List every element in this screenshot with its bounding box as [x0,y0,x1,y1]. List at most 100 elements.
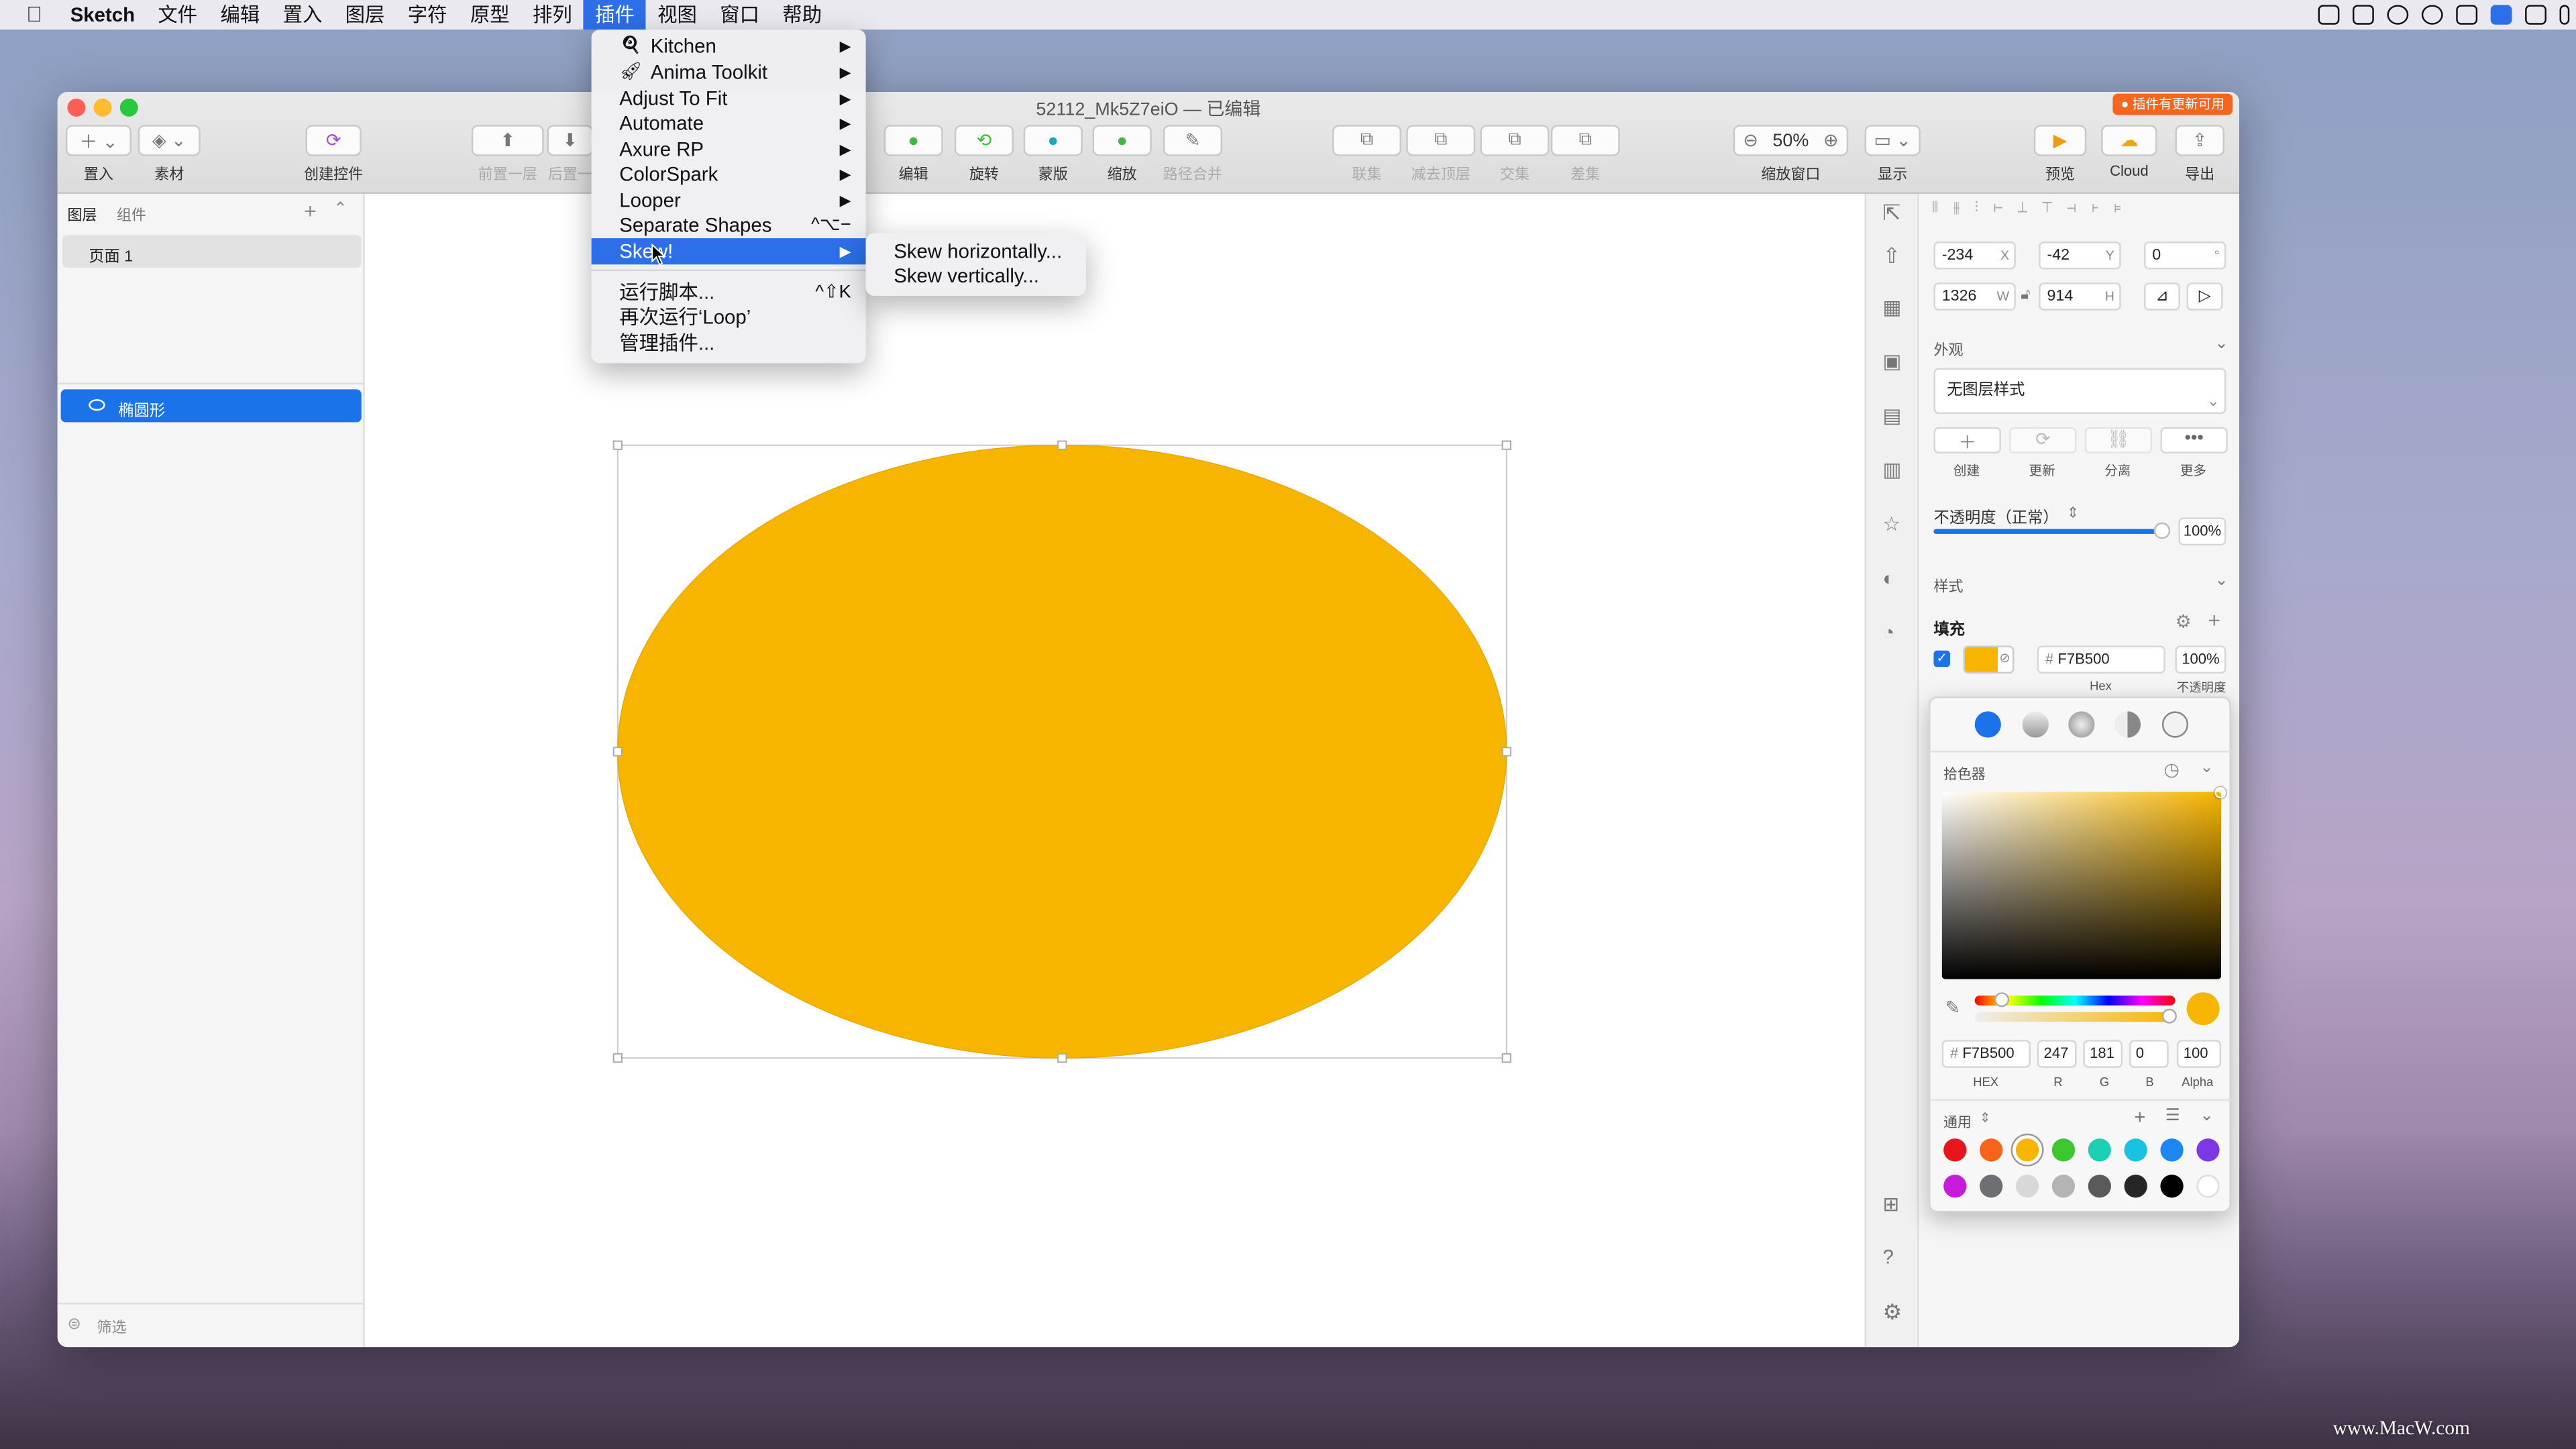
menu-layer[interactable]: 图层 [334,0,396,30]
opacity-label[interactable]: 不透明度（正常） [1933,504,2058,527]
menu-item-axure[interactable]: Axure RP ▶ [592,136,866,162]
add-page-icon[interactable]: + [304,199,317,223]
pie-icon[interactable]: ◔ [1883,621,1895,644]
mask-tool[interactable]: ● 蒙版 [1022,125,1084,184]
menu-edit[interactable]: 编辑 [209,0,271,30]
w-field[interactable]: 1326 W [1933,282,2016,311]
union-tool[interactable]: ⧉ 联集 [1332,125,1401,184]
h-field[interactable]: 914 H [2039,282,2121,311]
status-icon-4[interactable] [2421,5,2443,25]
layout-icon[interactable]: ▤ [1883,404,1902,427]
fill-color-well[interactable]: ⊘ [1963,645,2015,674]
calendar-icon[interactable]: ▦ [1883,296,1902,319]
filter-label[interactable]: 筛选 [97,1316,126,1338]
more-style-button[interactable]: ••• [2160,427,2228,453]
flip-horizontal-icon[interactable]: ⊿ [2143,282,2180,311]
menu-item-run-script[interactable]: 运行脚本... ^⇧K [592,279,866,305]
tab-layers[interactable]: 图层 [67,204,97,225]
chevron-down-icon[interactable]: ⌄ [2200,1108,2214,1126]
add-fill-icon[interactable]: + [2208,608,2220,633]
menu-item-automate[interactable]: Automate ▶ [592,110,866,136]
inspect-icon[interactable]: ⇱ [1883,201,1901,227]
preset-swatch[interactable] [2196,1175,2220,1198]
preset-swatch[interactable] [2051,1138,2076,1162]
panel-icon[interactable]: ▥ [1883,458,1902,481]
preset-swatch[interactable] [2051,1175,2076,1198]
menu-text[interactable]: 字符 [396,0,459,30]
zoom-out-icon[interactable]: ⊖ [1743,129,1758,151]
rotation-field[interactable]: 0 ° [2143,241,2226,270]
preset-swatch[interactable] [2196,1138,2220,1162]
menu-item-skew-horizontally[interactable]: Skew horizontally... [866,238,1086,264]
history-icon[interactable]: ◷ [2163,759,2180,780]
chevron-down-icon[interactable]: ⌄ [2214,572,2229,590]
update-badge[interactable]: ● 插件有更新可用 [2112,93,2233,115]
filter-icon[interactable]: ⊜ [67,1316,81,1334]
fill-checkbox[interactable]: ✓ [1933,650,1950,667]
menu-item-skew[interactable]: Skew! ▶ [591,238,866,265]
presets-label[interactable]: 通用 [1943,1112,1972,1132]
preset-swatch[interactable] [1980,1175,2003,1198]
menu-item-skew-vertically[interactable]: Skew vertically... [866,263,1086,289]
help-icon[interactable]: ? [1883,1245,1894,1268]
status-icon-5[interactable] [2456,5,2478,25]
page-item[interactable]: 页面 1 [62,235,362,268]
preset-swatch[interactable] [1943,1138,1967,1162]
fill-hex-input[interactable]: # F7B500 [2037,645,2165,674]
edit-tool[interactable]: ● 编辑 [882,125,945,184]
zoom-in-icon[interactable]: ⊕ [1823,129,1839,151]
color-cursor[interactable] [2214,787,2226,799]
alpha-slider[interactable] [1974,1008,2177,1024]
update-style-button[interactable]: ⟳ [2009,427,2077,453]
upload-icon[interactable]: ⇧ [1883,243,1901,269]
opacity-slider[interactable] [1933,522,2171,539]
hue-slider-knob[interactable] [1994,992,2010,1008]
status-icon-8[interactable] [2559,5,2570,25]
backward-tool[interactable]: ⬇ 后置一 [547,125,594,184]
blend-mode-stepper-icon[interactable]: ⇕ [2067,504,2079,523]
alpha-input[interactable]: 100 [2176,1040,2222,1068]
blue-input[interactable]: 0 [2129,1040,2169,1068]
menu-item-anima[interactable]: 🚀︎ Anima Toolkit ▶ [592,59,866,85]
menu-item-colorspark[interactable]: ColorSpark ▶ [592,161,866,187]
preset-swatch[interactable] [2160,1175,2184,1198]
detach-style-button[interactable]: ⛓ [2084,427,2153,453]
menu-window[interactable]: 窗口 [708,0,771,30]
fill-opacity-input[interactable]: 100% [2175,645,2226,674]
status-icon-2[interactable] [2352,5,2374,25]
menu-plugins[interactable]: 插件 [583,0,647,30]
menu-item-kitchen[interactable]: 🍳︎ Kitchen ▶ [592,33,866,59]
green-input[interactable]: 181 [2083,1040,2123,1068]
gift-icon[interactable]: ⊞ [1883,1193,1900,1216]
tab-components[interactable]: 组件 [117,204,146,225]
presets-stepper-icon[interactable]: ⇕ [1980,1111,1990,1126]
opacity-input[interactable]: 100% [2178,517,2226,546]
menu-item-manage-plugins[interactable]: 管理插件... [592,330,866,356]
radial-gradient-mode-icon[interactable] [2068,711,2095,738]
view-tool[interactable]: ▭ ⌄ 显示 [1864,125,1921,184]
pattern-fill-mode-icon[interactable] [2161,711,2189,738]
fill-settings-icon[interactable]: ⚙ [2175,611,2191,632]
opacity-slider-knob[interactable] [2153,522,2171,539]
picker-hex-input[interactable]: # F7B500 [1941,1040,2031,1068]
create-symbol-tool[interactable]: ⟳ 创建控件 [301,125,366,184]
export-tool[interactable]: ⇪ 导出 [2174,125,2226,184]
menu-item-separate-shapes[interactable]: Separate Shapes ^⌥− [592,212,866,238]
red-input[interactable]: 247 [2037,1040,2077,1068]
layer-row[interactable]: 椭圆形 [60,389,362,423]
menu-view[interactable]: 视图 [646,0,708,30]
canvas[interactable] [366,193,1865,1348]
align-tools-icon[interactable]: ⫴⫵⫶⊢⊥⊤⊣⊦⊧ [1932,199,2228,221]
preset-swatch[interactable] [2124,1175,2147,1198]
solid-fill-mode-icon[interactable] [1974,711,2001,738]
chevron-down-icon[interactable]: ⌄ [2200,759,2214,777]
collapse-icon[interactable]: ⌃ [333,201,347,219]
star-box-icon[interactable]: ☆ [1883,513,1900,535]
forward-tool[interactable]: ⬆ 前置一层 [470,125,545,184]
intersect-tool[interactable]: ⧉ 交集 [1480,125,1550,184]
status-icon-1[interactable] [2318,5,2340,25]
eyedropper-icon[interactable]: ✎ [1945,998,1961,1018]
preset-swatch[interactable] [2088,1175,2111,1198]
lock-icon[interactable]: 🔓︎ [2021,286,2030,304]
cloud-tool[interactable]: ☁ Cloud [2101,125,2157,179]
